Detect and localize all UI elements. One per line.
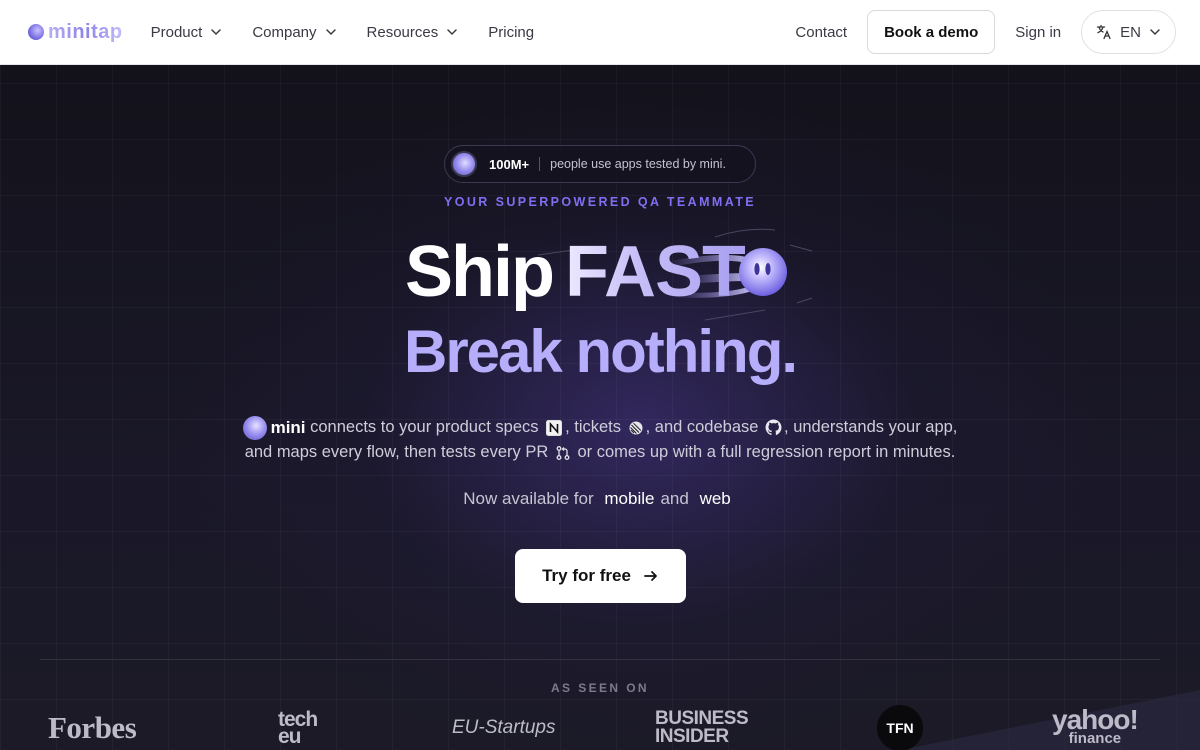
- business-insider-logo: BUSINESS INSIDER: [655, 705, 749, 750]
- mini-label: mini: [270, 418, 306, 438]
- headline: Ship FAST: [405, 231, 746, 313]
- translate-icon: [1097, 24, 1111, 40]
- headline-fast: FAST: [565, 232, 746, 312]
- hero-description: mini connects to your product specs , ti…: [0, 415, 1200, 465]
- linear-icon: [629, 421, 643, 435]
- arrow-right-icon: [644, 571, 657, 581]
- nav-item-label: Pricing: [488, 23, 535, 41]
- nav-right: Contact Book a demo Sign in EN: [795, 10, 1176, 54]
- logo-text: minitap: [48, 20, 123, 43]
- nav-item-company[interactable]: Company: [252, 24, 336, 41]
- nav-item-label: Company: [252, 23, 317, 41]
- forbes-logo: Forbes: [48, 710, 137, 745]
- logo[interactable]: minitap: [28, 21, 123, 44]
- avail-and: and: [660, 489, 689, 508]
- chevron-down-icon: [325, 29, 336, 36]
- desc-text: , tickets: [565, 418, 626, 436]
- try-for-free-button[interactable]: Try for free: [515, 549, 686, 603]
- desc-text: or comes up with a full regression repor…: [572, 443, 956, 462]
- mini-avatar-icon: [451, 151, 477, 177]
- desc-text: and maps every flow, then tests every PR: [244, 443, 553, 462]
- logo-mark-icon: [28, 24, 44, 40]
- chevron-down-icon: [1150, 29, 1160, 36]
- sign-in-link[interactable]: Sign in: [1015, 24, 1061, 41]
- tfn-logo: TFN: [877, 705, 923, 750]
- nav-item-pricing[interactable]: Pricing: [488, 24, 534, 41]
- section-divider: [40, 659, 1160, 660]
- pull-request-icon: [556, 445, 570, 460]
- tech-eu-logo: tech eu: [278, 705, 318, 750]
- subheadline: Break nothing.: [403, 318, 798, 385]
- platform-mobile: mobile: [604, 489, 655, 508]
- avail-prefix: Now available for: [463, 489, 594, 508]
- pill-count: 100M+: [489, 156, 530, 172]
- github-icon: [765, 419, 782, 436]
- book-demo-button[interactable]: Book a demo: [867, 10, 996, 54]
- yahoo-finance-logo: yahoo! finance: [1052, 704, 1139, 750]
- eu-startups-logo: EU-Startups: [452, 717, 556, 738]
- hero-section: 100M+ people use apps tested by mini. YO…: [0, 65, 1200, 750]
- pill-divider: [539, 157, 541, 171]
- nav-item-label: Product: [150, 23, 203, 41]
- nav-item-label: Resources: [366, 23, 439, 41]
- yahoo-line1: yahoo!: [1052, 704, 1139, 735]
- desc-text: , and codebase: [645, 418, 764, 436]
- desc-text: , understands your app,: [784, 418, 958, 436]
- social-proof-pill: 100M+ people use apps tested by mini.: [444, 145, 756, 183]
- platform-web: web: [699, 489, 731, 508]
- chevron-down-icon: [211, 29, 222, 36]
- language-label: EN: [1120, 23, 1141, 41]
- pill-text: people use apps tested by mini.: [550, 157, 726, 171]
- tech-eu-line2: eu: [278, 725, 301, 748]
- eyebrow: YOUR SUPERPOWERED QA TEAMMATE: [444, 195, 756, 209]
- mini-chip: mini: [242, 415, 306, 440]
- bi-line2: INSIDER: [655, 726, 729, 747]
- nav-item-resources[interactable]: Resources: [367, 24, 459, 41]
- mini-logo-icon: [242, 415, 267, 440]
- availability-line: Now available for mobile and web: [0, 489, 1200, 509]
- top-nav: minitap Product Company Resources Pricin…: [0, 0, 1200, 65]
- headline-ship: Ship: [405, 232, 555, 312]
- cta-label: Try for free: [542, 566, 631, 585]
- notion-icon: [546, 419, 563, 436]
- language-selector[interactable]: EN: [1081, 10, 1176, 54]
- nav-item-product[interactable]: Product: [151, 24, 223, 41]
- contact-link[interactable]: Contact: [795, 24, 847, 41]
- yahoo-line2: finance: [1068, 730, 1122, 747]
- chevron-down-icon: [447, 29, 457, 36]
- desc-text: connects to your product specs: [305, 418, 544, 436]
- decorative-wedge: [900, 690, 1200, 750]
